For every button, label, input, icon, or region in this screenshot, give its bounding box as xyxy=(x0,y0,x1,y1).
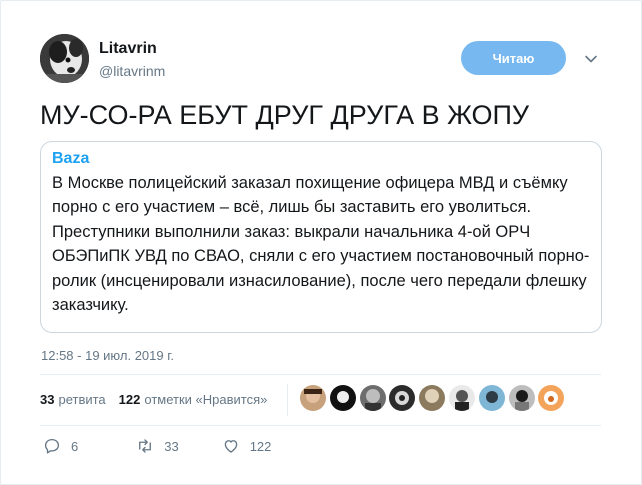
retweet-button[interactable]: 33 xyxy=(136,437,179,455)
heart-icon xyxy=(224,440,238,453)
retweet-count: 33 xyxy=(164,438,179,454)
quoted-tweet-author[interactable]: Baza xyxy=(52,150,89,168)
author-name[interactable]: Litavrin xyxy=(99,40,157,58)
following-button[interactable]: Читаю xyxy=(461,41,566,75)
likes-stat[interactable]: 122 отметки «Нравится» xyxy=(119,392,268,407)
retweet-icon xyxy=(139,439,152,453)
liker-avatar[interactable] xyxy=(359,385,386,411)
likes-stat-label: отметки «Нравится» xyxy=(144,392,268,407)
author-handle[interactable]: @litavrinm xyxy=(99,63,165,79)
divider xyxy=(40,374,601,375)
likes-stat-count: 122 xyxy=(118,392,141,407)
liker-avatar[interactable] xyxy=(419,385,446,411)
liker-avatar[interactable] xyxy=(478,385,505,411)
liker-avatar[interactable] xyxy=(329,385,356,411)
tweet-actions: 6 33 122 xyxy=(43,437,271,455)
tweet-card: Litavrin @litavrinm Читаю МУ-СО-РА ЕБУТ … xyxy=(0,0,642,485)
chevron-down-icon[interactable] xyxy=(583,51,599,67)
reply-icon xyxy=(44,438,60,454)
quoted-tweet[interactable]: Baza В Москве полицейский заказал похище… xyxy=(40,141,602,333)
liker-avatar[interactable] xyxy=(300,385,326,411)
like-button[interactable]: 122 xyxy=(222,437,272,455)
liker-avatar[interactable] xyxy=(448,385,475,411)
reply-button[interactable]: 6 xyxy=(43,437,78,455)
like-count: 122 xyxy=(249,438,272,454)
divider xyxy=(40,425,601,426)
tweet-stats: 33 ретвита 122 отметки «Нравится» xyxy=(40,392,280,407)
author-avatar[interactable] xyxy=(40,34,89,83)
divider xyxy=(287,384,288,416)
tweet-timestamp[interactable]: 12:58 - 19 июл. 2019 г. xyxy=(41,348,174,363)
liker-avatar[interactable] xyxy=(508,385,535,411)
liker-avatars xyxy=(300,385,568,411)
retweets-stat-count: 33 xyxy=(40,392,55,407)
tweet-text: МУ-СО-РА ЕБУТ ДРУГ ДРУГА В ЖОПУ xyxy=(40,100,530,130)
retweets-stat-label: ретвита xyxy=(58,392,106,407)
reply-count: 6 xyxy=(71,438,79,454)
liker-avatar[interactable] xyxy=(538,385,565,411)
retweets-stat[interactable]: 33 ретвита xyxy=(40,392,106,407)
quoted-tweet-text: В Москве полицейский заказал похищение о… xyxy=(52,174,590,315)
liker-avatar[interactable] xyxy=(389,385,416,411)
